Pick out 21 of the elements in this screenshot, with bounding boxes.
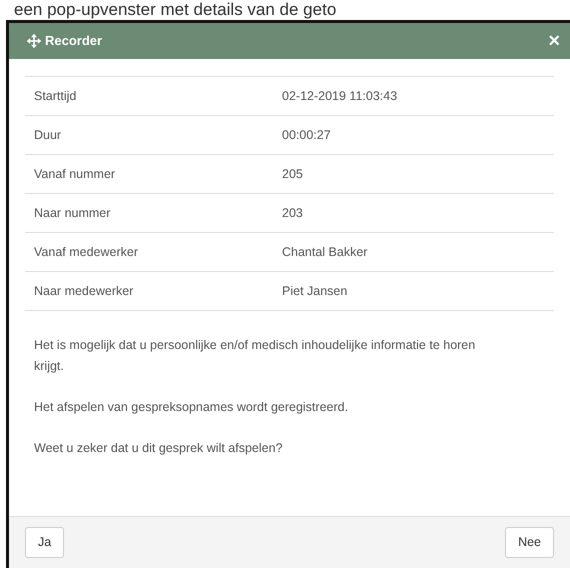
detail-value: 00:00:27 — [282, 126, 331, 144]
detail-value: 203 — [282, 204, 303, 222]
message-text: Het is mogelijk dat u persoonlijke en/of medisch inhoudelijke informatie te horen krijgt. — [34, 337, 476, 375]
background-text: een pop-upvenster met details van de geto — [14, 0, 336, 20]
detail-label: Naar nummer — [33, 204, 112, 222]
detail-value: 02-12-2019 11:03:43 — [282, 88, 398, 105]
detail-label: Vanaf medewerker — [33, 244, 139, 261]
message-text: Het afspelen van gespreksopnames wordt geregistreerd. — [34, 399, 350, 416]
confirm-button[interactable]: Ja — [25, 527, 64, 558]
cancel-button[interactable]: Nee — [505, 527, 554, 558]
detail-label: Duur — [33, 126, 62, 144]
dialog-title: Recorder — [45, 32, 102, 50]
detail-value: 205 — [282, 166, 303, 183]
detail-label: Naar medewerker — [33, 282, 134, 300]
close-button[interactable]: × — [548, 31, 560, 51]
message-text: Weet u zeker dat u dit gesprek wilt afspelen? — [34, 440, 284, 457]
move-icon[interactable] — [27, 34, 41, 48]
detail-value: Piet Jansen — [282, 282, 348, 300]
detail-value: Chantal Bakker — [282, 244, 368, 261]
detail-label: Vanaf nummer — [33, 166, 116, 183]
detail-label: Starttijd — [33, 88, 78, 105]
